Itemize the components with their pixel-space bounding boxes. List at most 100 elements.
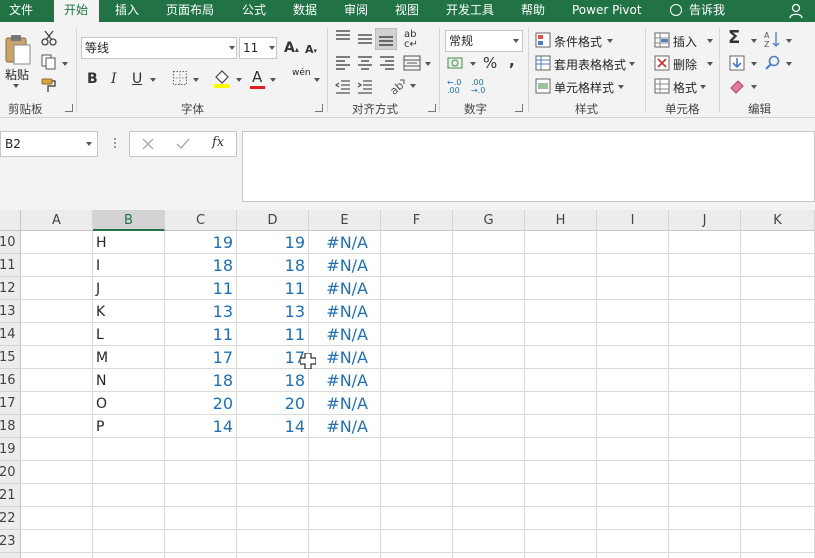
sort-filter-icon[interactable]: A Z xyxy=(764,30,782,48)
cell-styles-icon[interactable] xyxy=(535,78,551,94)
cell-i[interactable] xyxy=(597,346,669,369)
cell-f[interactable] xyxy=(381,231,453,254)
cell-e[interactable]: #N/A xyxy=(309,300,381,323)
clipboard-launcher-icon[interactable] xyxy=(65,104,73,112)
row-header[interactable]: 15 xyxy=(0,346,21,369)
cell-c[interactable]: 11 xyxy=(165,323,237,346)
cell-a[interactable] xyxy=(21,438,93,461)
cell-a[interactable] xyxy=(21,553,93,558)
cell-i[interactable] xyxy=(597,553,669,558)
cut-icon[interactable] xyxy=(41,30,57,46)
cell-k[interactable] xyxy=(741,231,815,254)
cell-j[interactable] xyxy=(669,553,741,558)
cell-styles-button[interactable]: 单元格样式 xyxy=(554,79,614,96)
row-header[interactable]: 23 xyxy=(0,530,21,553)
merge-center-icon[interactable] xyxy=(403,55,421,71)
cell-f[interactable] xyxy=(381,553,453,558)
cell-f[interactable] xyxy=(381,277,453,300)
cell-b[interactable]: H xyxy=(93,231,165,254)
cell-c[interactable]: 18 xyxy=(165,254,237,277)
cell-f[interactable] xyxy=(381,484,453,507)
cell-i[interactable] xyxy=(597,300,669,323)
cell-e[interactable]: #N/A xyxy=(309,323,381,346)
cell-k[interactable] xyxy=(741,461,815,484)
italic-button[interactable]: I xyxy=(111,71,117,87)
column-header-e[interactable]: E xyxy=(309,210,381,231)
cell-g[interactable] xyxy=(453,300,525,323)
cell-e[interactable] xyxy=(309,484,381,507)
cell-g[interactable] xyxy=(453,231,525,254)
cell-c[interactable] xyxy=(165,438,237,461)
cell-i[interactable] xyxy=(597,392,669,415)
borders-dropdown-icon[interactable] xyxy=(193,78,199,82)
delete-cells-icon[interactable] xyxy=(654,55,670,71)
cell-h[interactable] xyxy=(525,392,597,415)
cell-j[interactable] xyxy=(669,438,741,461)
cell-f[interactable] xyxy=(381,300,453,323)
cell-a[interactable] xyxy=(21,484,93,507)
fill-color-icon[interactable] xyxy=(213,68,231,88)
tab-view[interactable]: 视图 xyxy=(395,0,419,22)
cell-d[interactable] xyxy=(237,507,309,530)
font-name-combo[interactable]: 等线 xyxy=(81,37,237,59)
tab-file[interactable]: 文件 xyxy=(9,0,33,22)
cell-e[interactable] xyxy=(309,530,381,553)
clear-dropdown-icon[interactable] xyxy=(751,85,757,89)
font-color-icon[interactable]: A xyxy=(252,68,262,86)
cell-f[interactable] xyxy=(381,438,453,461)
number-format-combo[interactable]: 常规 xyxy=(445,30,523,52)
orientation-icon[interactable]: ab xyxy=(388,77,406,95)
column-header-d[interactable]: D xyxy=(237,210,309,231)
clear-eraser-icon[interactable] xyxy=(729,78,745,94)
tab-page-layout[interactable]: 页面布局 xyxy=(166,0,214,22)
column-header-a[interactable]: A xyxy=(21,210,93,231)
phonetic-guide-button[interactable]: wén xyxy=(292,68,311,78)
cell-e[interactable] xyxy=(309,438,381,461)
cell-d[interactable]: 11 xyxy=(237,323,309,346)
cell-j[interactable] xyxy=(669,323,741,346)
cell-k[interactable] xyxy=(741,277,815,300)
cell-f[interactable] xyxy=(381,323,453,346)
cell-k[interactable] xyxy=(741,438,815,461)
cell-k[interactable] xyxy=(741,392,815,415)
cell-c[interactable]: 11 xyxy=(165,277,237,300)
cell-b[interactable]: N xyxy=(93,369,165,392)
cell-j[interactable] xyxy=(669,231,741,254)
tab-formulas[interactable]: 公式 xyxy=(242,0,266,22)
cell-f[interactable] xyxy=(381,461,453,484)
row-header[interactable]: 20 xyxy=(0,461,21,484)
cell-g[interactable] xyxy=(453,530,525,553)
row-header[interactable]: 19 xyxy=(0,438,21,461)
cell-c[interactable] xyxy=(165,461,237,484)
tab-review[interactable]: 审阅 xyxy=(344,0,368,22)
cell-b[interactable]: J xyxy=(93,277,165,300)
font-launcher-icon[interactable] xyxy=(315,104,323,112)
cell-h[interactable] xyxy=(525,254,597,277)
bold-button[interactable]: B xyxy=(87,71,98,87)
cell-j[interactable] xyxy=(669,300,741,323)
cell-g[interactable] xyxy=(453,254,525,277)
row-header[interactable]: 10 xyxy=(0,231,21,254)
cell-c[interactable]: 19 xyxy=(165,231,237,254)
cell-g[interactable] xyxy=(453,553,525,558)
cell-k[interactable] xyxy=(741,369,815,392)
cell-d[interactable]: 18 xyxy=(237,369,309,392)
cell-c[interactable]: 18 xyxy=(165,369,237,392)
cell-j[interactable] xyxy=(669,392,741,415)
cell-b[interactable]: P xyxy=(93,415,165,438)
cell-e[interactable]: #N/A xyxy=(309,392,381,415)
cell-b[interactable] xyxy=(93,553,165,558)
cell-e[interactable] xyxy=(309,461,381,484)
row-header[interactable]: 14 xyxy=(0,323,21,346)
sort-filter-dropdown-icon[interactable] xyxy=(786,39,792,43)
conditional-format-button[interactable]: 条件格式 xyxy=(554,33,602,50)
cell-b[interactable] xyxy=(93,438,165,461)
cell-a[interactable] xyxy=(21,277,93,300)
font-color-dropdown-icon[interactable] xyxy=(270,78,276,82)
cell-d[interactable]: 11 xyxy=(237,277,309,300)
row-header[interactable]: 18 xyxy=(0,415,21,438)
cell-b[interactable]: L xyxy=(93,323,165,346)
cell-d[interactable]: 13 xyxy=(237,300,309,323)
row-header[interactable]: 17 xyxy=(0,392,21,415)
cell-k[interactable] xyxy=(741,507,815,530)
